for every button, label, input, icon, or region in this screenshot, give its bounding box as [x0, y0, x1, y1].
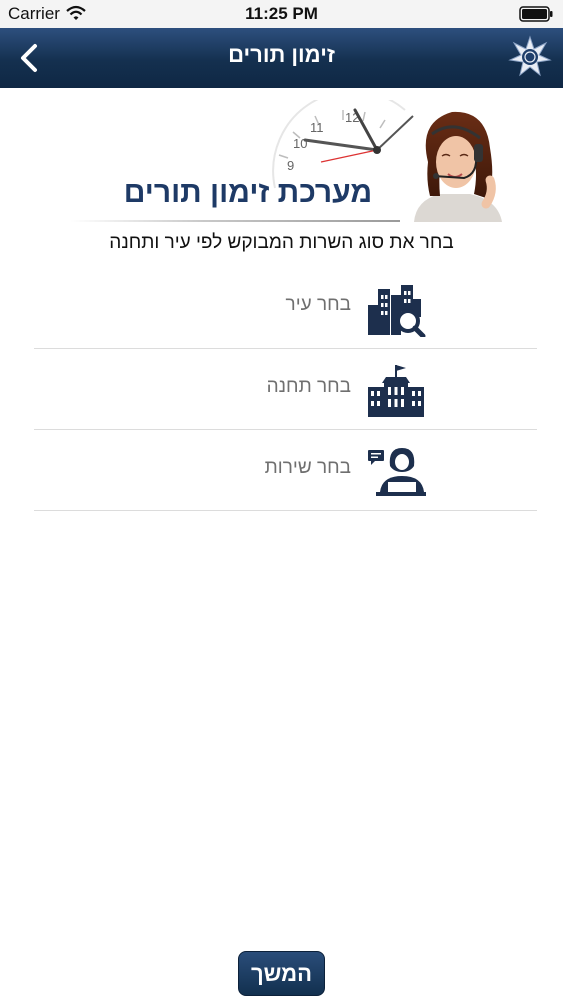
continue-button[interactable]: המשך — [238, 951, 325, 996]
select-city-row[interactable]: בחר עיר — [34, 267, 537, 348]
call-center-agent-image — [414, 111, 502, 222]
clock-number: 11 — [310, 120, 324, 135]
row-divider — [34, 510, 537, 511]
status-bar: Carrier 11:25 PM — [0, 0, 563, 28]
instruction-text: בחר את סוג השרות המבוקש לפי עיר ותחנה — [109, 232, 454, 253]
banner-divider — [70, 220, 400, 222]
battery-icon — [519, 6, 553, 22]
select-station-label: בחר תחנה — [266, 376, 351, 397]
select-city-label: בחר עיר — [285, 294, 351, 315]
clock-number: 10 — [293, 136, 307, 151]
city-search-icon — [368, 285, 426, 337]
page-title: זימון תורים — [228, 42, 335, 67]
service-agent-icon — [368, 448, 426, 496]
select-station-row[interactable]: בחר תחנה — [34, 349, 537, 430]
select-service-label: בחר שירות — [264, 457, 351, 478]
police-star-logo-icon — [508, 35, 552, 77]
clock-number: 9 — [287, 158, 294, 173]
nav-bar: זימון תורים — [0, 28, 563, 88]
banner: 12 11 10 9 מערכת זימון תורים — [60, 100, 512, 225]
banner-title: מערכת זימון תורים — [123, 176, 373, 209]
select-service-row[interactable]: בחר שירות — [34, 430, 537, 511]
building-icon — [368, 365, 424, 417]
status-time: 11:25 PM — [245, 4, 318, 23]
